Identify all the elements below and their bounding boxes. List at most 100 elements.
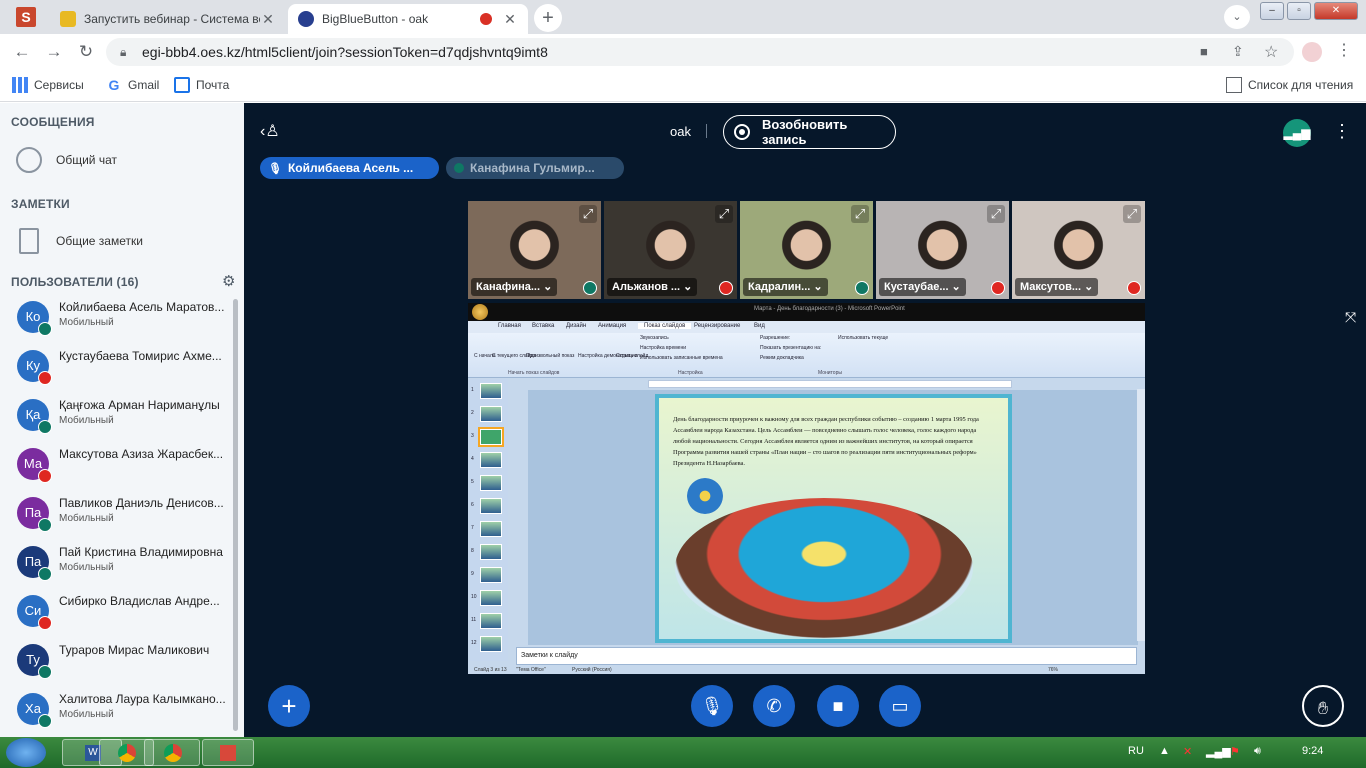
slide-thumbnail[interactable] [480, 383, 502, 399]
user-list-item[interactable]: Ко Койлибаева Асель Маратов... Мобильный [0, 296, 236, 345]
ribbon-button[interactable]: Настройка времени [640, 345, 686, 351]
slide-thumbnail[interactable] [480, 521, 502, 537]
camera-button[interactable]: ■ [817, 685, 859, 727]
user-list-scrollbar[interactable] [233, 299, 238, 731]
expand-video-icon[interactable]: ⤢ [715, 205, 733, 223]
slide-thumbnail[interactable] [480, 475, 502, 491]
slide-thumbnail[interactable] [480, 452, 502, 468]
settings-gear-icon[interactable]: ⚙ [222, 272, 235, 290]
signal-icon[interactable]: ▂▄▆ [1206, 745, 1231, 758]
reading-list[interactable]: Список для чтения [1226, 77, 1353, 93]
camera-icon[interactable]: ■ [1200, 44, 1208, 59]
video-tile[interactable]: ⤢ Максутов... ⌄ [1012, 201, 1145, 299]
start-button[interactable] [6, 738, 46, 767]
new-tab-button[interactable]: + [534, 4, 562, 32]
close-icon[interactable]: ✕ [260, 11, 276, 28]
user-list-item[interactable]: Ма Максутова Азиза Жарасбек... [0, 443, 236, 492]
ribbon-button[interactable]: Использовать текуще [838, 335, 888, 341]
add-actions-button[interactable]: + [268, 685, 310, 727]
bookmark-mail[interactable]: Почта [174, 77, 229, 93]
ribbon-button[interactable]: Произвольный показ [526, 353, 574, 359]
user-list-item[interactable]: Па Пай Кристина Владимировна Мобильный [0, 541, 236, 590]
close-icon[interactable]: ✕ [502, 11, 518, 28]
video-tile[interactable]: ⤢ Кадралин... ⌄ [740, 201, 873, 299]
taskbar-chrome-2[interactable] [144, 739, 200, 766]
talking-indicator[interactable]: Канафина Гульмир... [446, 157, 624, 179]
screenshare-button[interactable]: ▭ [879, 685, 921, 727]
fullscreen-icon[interactable]: ⤧ [1345, 309, 1356, 326]
user-list-item[interactable]: Ха Халитова Лаура Калымкано... Мобильный [0, 688, 236, 737]
volume-icon[interactable]: 🔊︎ [1254, 745, 1261, 758]
slide-thumbnail[interactable] [480, 567, 502, 583]
ribbon-tab[interactable]: Дизайн [566, 323, 586, 329]
slide-thumbnail[interactable] [480, 498, 502, 514]
share-icon[interactable]: ⇪ [1232, 43, 1244, 60]
options-menu-icon[interactable]: ⋮ [1333, 121, 1351, 142]
back-button[interactable]: ← [10, 40, 34, 64]
ribbon-button[interactable]: Использовать записанные времена [640, 355, 723, 361]
close-window-button[interactable]: ✕ [1314, 2, 1358, 20]
raise-hand-button[interactable]: ✋︎ [1302, 685, 1344, 727]
video-tile[interactable]: ⤢ Альжанов ... ⌄ [604, 201, 737, 299]
ribbon-button[interactable]: Звукозапись [640, 335, 669, 341]
toggle-userlist-icon[interactable]: ‹♙ [260, 121, 280, 141]
video-tile[interactable]: ⤢ Кустаубае... ⌄ [876, 201, 1009, 299]
slide-thumbnail[interactable] [480, 544, 502, 560]
video-name[interactable]: Кадралин... ⌄ [743, 278, 828, 296]
user-list-item[interactable]: Па Павликов Даниэль Денисов... Мобильный [0, 492, 236, 541]
user-list-item[interactable]: Қа Қаңғожа Арман Нариманұлы Мобильный [0, 394, 236, 443]
profile-icon[interactable] [1302, 42, 1322, 62]
ribbon-tab[interactable]: Анимация [598, 323, 626, 329]
expand-video-icon[interactable]: ⤢ [987, 205, 1005, 223]
minimize-button[interactable]: – [1260, 2, 1284, 20]
slide-thumbnail[interactable] [480, 636, 502, 652]
bookmark-gmail[interactable]: G Gmail [106, 77, 160, 93]
slide-thumbnail[interactable] [478, 427, 504, 447]
menu-icon[interactable]: ⋮ [1336, 40, 1352, 60]
record-button[interactable]: Возобновить запись [723, 115, 896, 149]
forward-button[interactable]: → [42, 40, 66, 64]
network-error-icon[interactable]: ✕ [1183, 745, 1192, 758]
slide-thumbnail[interactable] [480, 406, 502, 422]
video-tile[interactable]: ⤢ Канафина... ⌄ [468, 201, 601, 299]
expand-video-icon[interactable]: ⤢ [1123, 205, 1141, 223]
bookmark-star-icon[interactable]: ☆ [1264, 42, 1278, 62]
ribbon-tab[interactable]: Показ слайдов [638, 323, 692, 329]
reload-button[interactable]: ↻ [74, 40, 98, 64]
video-name[interactable]: Канафина... ⌄ [471, 278, 558, 296]
expand-video-icon[interactable]: ⤢ [851, 205, 869, 223]
ribbon-tab[interactable]: Вставка [532, 323, 554, 329]
connection-status-icon[interactable]: ▂▄▆ [1283, 119, 1311, 147]
clock[interactable]: 9:24 [1302, 745, 1323, 757]
ribbon-tab[interactable]: Главная [498, 323, 521, 329]
maximize-button[interactable]: ▫ [1287, 2, 1311, 20]
notes-pane[interactable]: Заметки к слайду [516, 647, 1137, 665]
microphone-button[interactable]: 🎙︎ [691, 685, 733, 727]
ribbon-tab[interactable]: Вид [754, 323, 765, 329]
bookmark-apps[interactable]: Сервисы [12, 77, 84, 93]
user-list-item[interactable]: Си Сибирко Владислав Андре... [0, 590, 236, 639]
flag-icon[interactable]: ⚑ [1230, 745, 1240, 758]
taskbar-app[interactable] [202, 739, 254, 766]
ribbon-tab[interactable]: Рецензирование [694, 323, 740, 329]
talking-indicator[interactable]: 🎙︎ Койлибаева Асель ... [260, 157, 439, 179]
expand-video-icon[interactable]: ⤢ [579, 205, 597, 223]
video-name[interactable]: Кустаубае... ⌄ [879, 278, 966, 296]
slide-thumbnail[interactable] [480, 613, 502, 629]
ppt-scrollbar[interactable] [1137, 389, 1145, 641]
shared-notes-item[interactable]: Общие заметки [16, 228, 143, 254]
public-chat-item[interactable]: Общий чат [16, 147, 117, 173]
video-name[interactable]: Максутов... ⌄ [1015, 278, 1099, 296]
tray-arrow-icon[interactable]: ▲ [1159, 745, 1170, 757]
user-list-item[interactable]: Ку Кустаубаева Томирис Ахме... [0, 345, 236, 394]
phone-button[interactable]: ✆ [753, 685, 795, 727]
ribbon-button[interactable]: Режим докладчика [760, 355, 804, 361]
tab-search-button[interactable]: ⌄ [1224, 5, 1250, 29]
video-name[interactable]: Альжанов ... ⌄ [607, 278, 698, 296]
tab-webinar[interactable]: Запустить вебинар - Система ве ✕ [50, 4, 286, 34]
tab-bbb[interactable]: BigBlueButton - oak ✕ [288, 4, 528, 34]
language-indicator[interactable]: RU [1128, 745, 1144, 757]
ribbon-button[interactable]: Показать презентацию на: [760, 345, 821, 351]
address-bar[interactable]: 🔒︎ egi-bbb4.oes.kz/html5client/join?sess… [106, 38, 1294, 66]
slide-thumbnail[interactable] [480, 590, 502, 606]
